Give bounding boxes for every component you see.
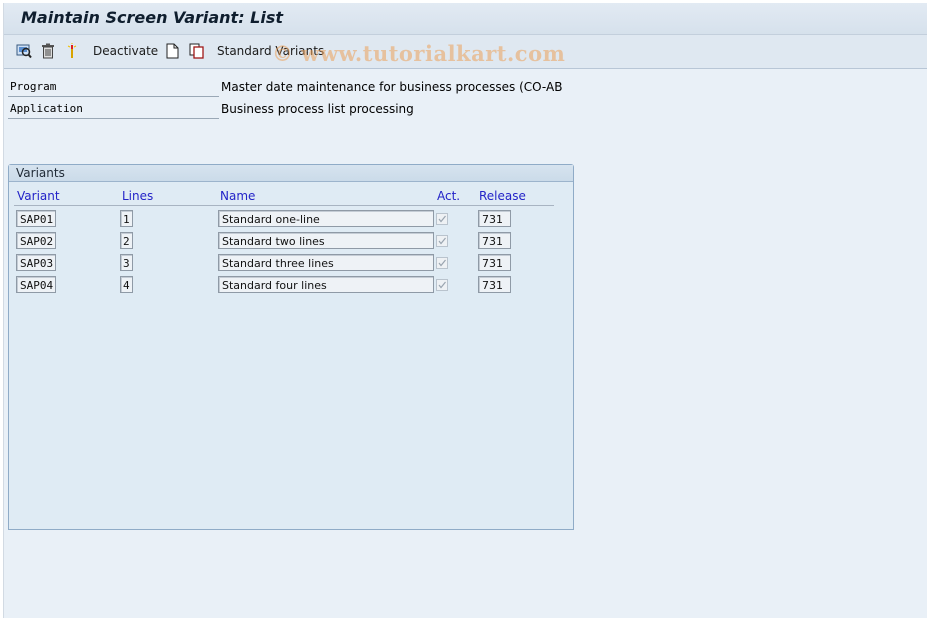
checkmark-icon: [438, 281, 446, 289]
program-label: Program: [8, 78, 219, 97]
application-value: Business process list processing: [221, 102, 414, 116]
program-value: Master date maintenance for business pro…: [221, 80, 563, 94]
activate-icon: [67, 43, 77, 58]
name-field[interactable]: Standard four lines: [218, 276, 434, 293]
create-button[interactable]: [166, 42, 179, 60]
application-label: Application: [8, 100, 219, 119]
variants-group-title: Variants: [9, 165, 573, 182]
display-icon: [16, 44, 32, 59]
create-icon: [166, 43, 179, 59]
deactivate-label: Deactivate: [93, 44, 159, 58]
lines-field[interactable]: 1: [120, 210, 133, 227]
name-field[interactable]: Standard one-line: [218, 210, 434, 227]
variants-group: Variants Variant Lines Name Act. Release…: [8, 164, 574, 530]
standard-variants-button[interactable]: Standard Variants: [217, 42, 324, 60]
display-button[interactable]: [16, 42, 32, 60]
checkmark-icon: [438, 237, 446, 245]
lines-field[interactable]: 3: [120, 254, 133, 271]
active-checkbox[interactable]: [436, 257, 448, 269]
standard-variants-label: Standard Variants: [217, 44, 325, 58]
variant-field[interactable]: SAP01: [16, 210, 56, 227]
delete-button[interactable]: [41, 42, 55, 60]
release-field[interactable]: 731: [478, 210, 511, 227]
lines-field[interactable]: 2: [120, 232, 133, 249]
deactivate-button[interactable]: Deactivate: [93, 42, 158, 60]
release-field[interactable]: 731: [478, 254, 511, 271]
copy-icon: [189, 43, 204, 59]
variant-field[interactable]: SAP03: [16, 254, 56, 271]
column-header-act: Act.: [437, 189, 461, 203]
application-toolbar: Deactivate Standard Variants © www.tutor…: [4, 35, 927, 69]
sap-window: Maintain Screen Variant: List Deactivate…: [3, 3, 927, 618]
name-field[interactable]: Standard two lines: [218, 232, 434, 249]
active-checkbox[interactable]: [436, 279, 448, 291]
checkmark-icon: [438, 259, 446, 267]
delete-icon: [42, 43, 54, 59]
column-header-variant: Variant: [17, 189, 60, 203]
variant-field[interactable]: SAP02: [16, 232, 56, 249]
release-field[interactable]: 731: [478, 232, 511, 249]
header-divider: [14, 205, 554, 206]
page-title: Maintain Screen Variant: List: [21, 8, 284, 27]
variant-field[interactable]: SAP04: [16, 276, 56, 293]
copy-button[interactable]: [189, 42, 205, 60]
activate-button[interactable]: [67, 42, 77, 60]
release-field[interactable]: 731: [478, 276, 511, 293]
column-header-lines: Lines: [122, 189, 154, 203]
lines-field[interactable]: 4: [120, 276, 133, 293]
checkmark-icon: [438, 215, 446, 223]
active-checkbox[interactable]: [436, 235, 448, 247]
title-bar: Maintain Screen Variant: List: [4, 3, 927, 35]
name-field[interactable]: Standard three lines: [218, 254, 434, 271]
active-checkbox[interactable]: [436, 213, 448, 225]
column-header-release: Release: [479, 189, 526, 203]
column-header-name: Name: [220, 189, 256, 203]
